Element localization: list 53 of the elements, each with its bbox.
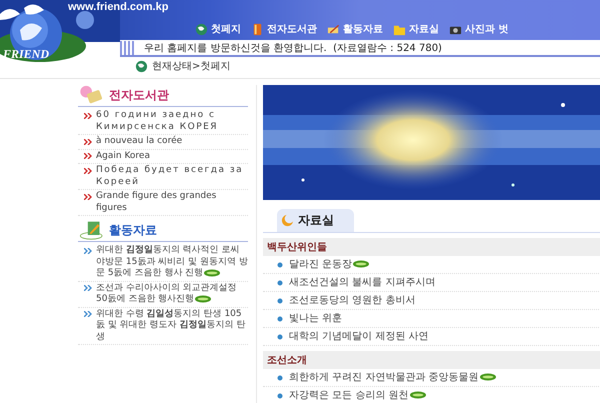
bullet-icon xyxy=(84,165,92,176)
bullet-icon xyxy=(277,374,283,380)
article-link[interactable]: 조선과 수리아사이의 외교관계설정 50돐에 즈음한 행사진행 xyxy=(96,282,248,306)
nav-link[interactable]: 활동자료 xyxy=(327,22,383,36)
stripe-marker xyxy=(120,41,134,55)
new-badge-icon xyxy=(195,294,212,303)
article-link[interactable]: 대학의 기념메달이 제정된 사연 xyxy=(289,330,429,343)
bullet-icon xyxy=(277,280,283,286)
article-link[interactable]: Grande figure des grandes figures xyxy=(96,191,248,214)
globe-icon xyxy=(195,22,208,36)
category-header: 백두산위인들 xyxy=(263,238,600,256)
article-link[interactable]: 새조선건설의 불씨를 지펴주시며 xyxy=(289,276,436,289)
bullet-icon xyxy=(84,191,92,202)
nav-link[interactable]: 첫페지 xyxy=(195,22,241,36)
bullet-icon xyxy=(277,334,283,340)
nav-link[interactable]: 전자도서관 xyxy=(251,22,317,36)
article-link[interactable]: 자강력은 모든 승리의 원천 xyxy=(289,389,426,402)
bullet-icon xyxy=(84,136,92,147)
bullet-icon xyxy=(277,392,283,398)
new-badge-icon xyxy=(480,373,496,382)
pencil-icon xyxy=(327,22,340,36)
article-link[interactable]: 위대한 수령 김일성동지의 탄생 105돐 및 위대한 령도자 김정일동지의 탄생 xyxy=(96,308,248,343)
article-link[interactable]: 위대한 김정일동지의 력사적인 로씨야방문 15돐과 씨비리 및 원동지역 방문 5돐에 즈음한 행사 진행 xyxy=(96,245,248,280)
article-link[interactable]: 빛나는 위훈 xyxy=(289,312,342,325)
bullet-icon xyxy=(277,316,283,322)
welcome-text: 우리 홈페지를 방문하신것을 환영합니다. (자료열람수 : 524 780) xyxy=(144,42,442,55)
bullet-icon xyxy=(84,245,92,256)
new-badge-icon xyxy=(353,260,370,268)
new-badge-icon xyxy=(204,268,220,277)
bullet-icon xyxy=(84,150,92,162)
globe-icon xyxy=(135,60,148,72)
article-link[interactable]: Победа будет всегда за Кореей xyxy=(96,165,248,188)
new-badge-icon xyxy=(410,391,426,400)
category-header: 조선소개 xyxy=(263,351,600,369)
section-title: 전자도서관 xyxy=(109,86,169,104)
site-url: www.friend.com.kp xyxy=(68,1,168,13)
article-link[interactable]: 조선로동당의 영원한 총비서 xyxy=(289,294,416,307)
moon-icon xyxy=(281,214,294,227)
nav-link[interactable]: 사진과 벗 xyxy=(449,22,508,36)
article-link[interactable]: 60 години заедно с Кимирсенска КОРЕЯ xyxy=(96,110,248,133)
bullet-icon xyxy=(84,110,92,121)
article-link[interactable]: 희한하게 꾸려진 자연박물관과 중앙동물원 xyxy=(289,371,496,384)
bullet-icon xyxy=(84,282,92,294)
article-link[interactable]: 달라진 운동장 xyxy=(289,258,370,271)
book-icon xyxy=(251,22,264,36)
section-title: 활동자료 xyxy=(109,222,157,238)
breadcrumb: 현재상태>첫페지 xyxy=(152,60,230,73)
article-link[interactable]: à nouveau la corée xyxy=(96,136,182,148)
nav-link[interactable]: 자료실 xyxy=(393,22,439,36)
article-link[interactable]: Again Korea xyxy=(96,150,150,162)
bullet-icon xyxy=(277,262,283,268)
bullet-icon xyxy=(277,298,283,304)
bullet-icon xyxy=(84,308,92,320)
